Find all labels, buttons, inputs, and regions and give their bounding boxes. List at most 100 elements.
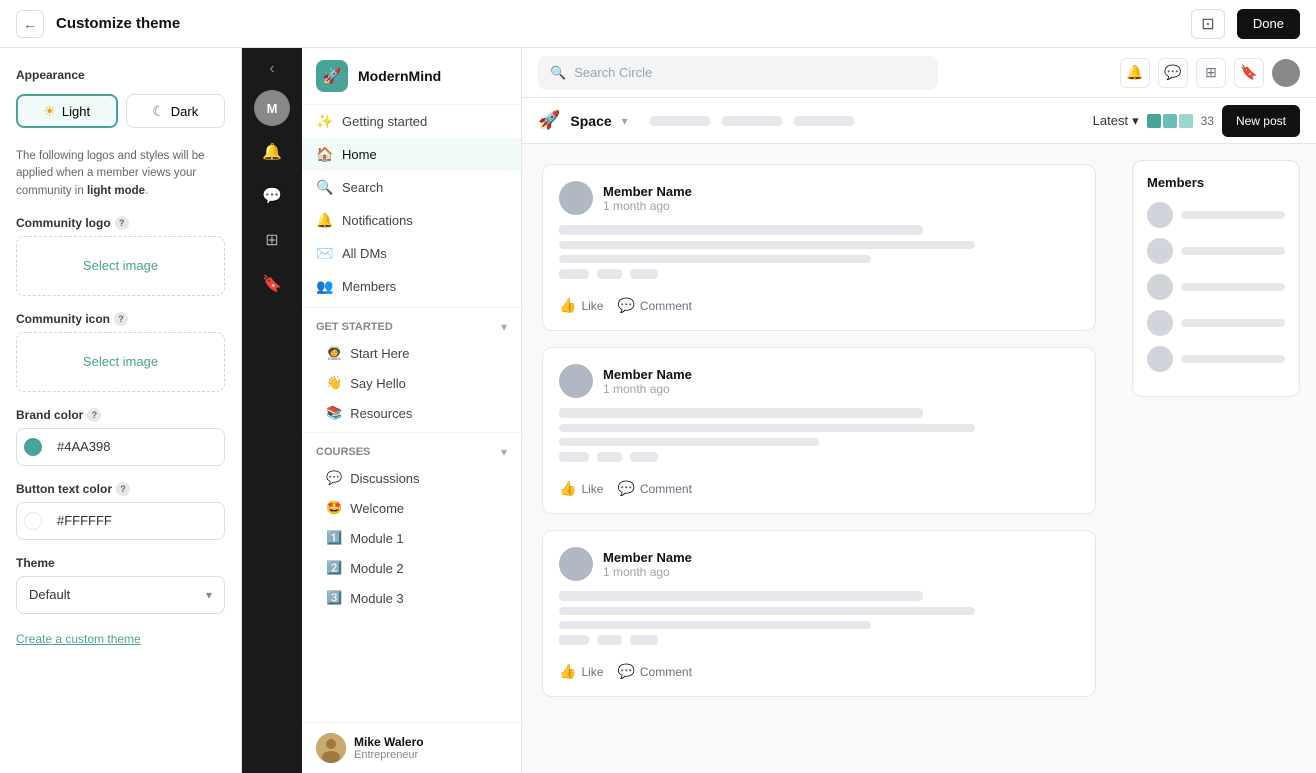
preview-button[interactable]: ⊡ xyxy=(1191,9,1225,39)
notifications-icon: 🔔 xyxy=(316,212,334,229)
chevron-down-icon: ▾ xyxy=(206,588,212,602)
circle-nav-bookmark-icon[interactable]: 🔖 xyxy=(254,266,290,302)
member-skel-1 xyxy=(1181,211,1285,219)
like-label-1: Like xyxy=(581,299,603,313)
sidebar-item-resources[interactable]: 📚 Resources xyxy=(302,398,521,428)
community-icon-upload[interactable]: Select image xyxy=(16,332,225,392)
sidebar-item-start-here[interactable]: 🧑‍🚀 Start Here xyxy=(302,338,521,368)
discussions-icon: 💬 xyxy=(326,470,342,486)
done-button[interactable]: Done xyxy=(1237,9,1300,39)
sidebar-item-module2[interactable]: 2️⃣ Module 2 xyxy=(302,553,521,583)
select-image-logo-label: Select image xyxy=(83,258,158,273)
topbar-user-avatar[interactable] xyxy=(1272,59,1300,87)
theme-select-label: Default xyxy=(29,587,206,602)
sidebar-item-say-hello[interactable]: 👋 Say Hello xyxy=(302,368,521,398)
module3-label: Module 3 xyxy=(350,591,403,606)
sidebar-item-members[interactable]: 👥 Members xyxy=(302,270,521,303)
member-avatar-5 xyxy=(1147,346,1173,372)
sidebar-item-search[interactable]: 🔍 Search xyxy=(302,171,521,204)
like-icon-1: 👍 xyxy=(559,297,576,314)
community-logo-upload[interactable]: Select image xyxy=(16,236,225,296)
comment-button-1[interactable]: 💬 Comment xyxy=(617,297,691,314)
tag-skel-2b xyxy=(597,452,622,462)
sidebar-item-discussions[interactable]: 💬 Discussions xyxy=(302,463,521,493)
tag-skel-1a xyxy=(559,269,589,279)
topbar: ← Customize theme ⊡ Done xyxy=(0,0,1316,48)
module2-icon: 2️⃣ xyxy=(326,560,342,576)
sidebar-item-welcome[interactable]: 🤩 Welcome xyxy=(302,493,521,523)
light-theme-button[interactable]: ☀ Light xyxy=(16,94,118,128)
member-row-2 xyxy=(1147,238,1285,264)
button-text-color-help-icon[interactable]: ? xyxy=(116,482,130,496)
sort-chevron-icon: ▾ xyxy=(1132,113,1139,129)
post-time-2: 1 month ago xyxy=(603,382,692,396)
tab-skel-3 xyxy=(794,116,854,126)
topbar-bell-button[interactable]: 🔔 xyxy=(1120,58,1150,88)
brand-color-help-icon[interactable]: ? xyxy=(87,408,101,422)
courses-collapse-icon[interactable]: ▾ xyxy=(501,445,507,459)
post-skel-3c xyxy=(559,621,871,629)
topbar-bookmark-button[interactable]: 🔖 xyxy=(1234,58,1264,88)
button-text-color-value: #FFFFFF xyxy=(49,513,120,528)
post-avatar-3 xyxy=(559,547,593,581)
get-started-collapse-icon[interactable]: ▾ xyxy=(501,320,507,334)
footer-name: Mike Walero xyxy=(354,735,424,749)
member-row-3 xyxy=(1147,274,1285,300)
member-row-5 xyxy=(1147,346,1285,372)
post-author-1: Member Name xyxy=(603,184,692,199)
brand-color-input[interactable]: #4AA398 xyxy=(16,428,225,466)
comment-button-3[interactable]: 💬 Comment xyxy=(617,663,691,680)
create-custom-theme-link[interactable]: Create a custom theme xyxy=(16,632,141,646)
sort-label: Latest xyxy=(1093,113,1128,128)
button-text-color-input[interactable]: #FFFFFF xyxy=(16,502,225,540)
comment-label-2: Comment xyxy=(640,482,692,496)
topbar-message-button[interactable]: 💬 xyxy=(1158,58,1188,88)
circle-nav-bell-icon[interactable]: 🔔 xyxy=(254,134,290,170)
post-card-1: Member Name 1 month ago xyxy=(542,164,1096,331)
new-post-button[interactable]: New post xyxy=(1222,105,1300,137)
sidebar-item-module1[interactable]: 1️⃣ Module 1 xyxy=(302,523,521,553)
member-skel-4 xyxy=(1181,319,1285,327)
community-icon-help-icon[interactable]: ? xyxy=(114,312,128,326)
sidebar-item-module3[interactable]: 3️⃣ Module 3 xyxy=(302,583,521,613)
circle-nav-chat-icon[interactable]: 💬 xyxy=(254,178,290,214)
sidebar-item-dms[interactable]: ✉️ All DMs xyxy=(302,237,521,270)
sidebar-divider-1 xyxy=(302,307,521,308)
sidebar-item-getting-started[interactable]: ✨ Getting started xyxy=(302,105,521,138)
circle-nav-back-icon[interactable]: ‹ xyxy=(269,60,274,78)
like-button-2[interactable]: 👍 Like xyxy=(559,480,603,497)
tag-skel-3a xyxy=(559,635,589,645)
comment-label-1: Comment xyxy=(640,299,692,313)
sidebar-item-notifications[interactable]: 🔔 Notifications xyxy=(302,204,521,237)
search-box[interactable]: 🔍 Search Circle xyxy=(538,56,938,90)
like-label-3: Like xyxy=(581,665,603,679)
circle-nav-grid-icon[interactable]: ⊞ xyxy=(254,222,290,258)
member-count: 33 xyxy=(1201,114,1214,128)
getting-started-label: Getting started xyxy=(342,114,427,129)
like-button-1[interactable]: 👍 Like xyxy=(559,297,603,314)
sidebar-item-home[interactable]: 🏠 Home xyxy=(302,138,521,171)
comment-button-2[interactable]: 💬 Comment xyxy=(617,480,691,497)
post-author-3: Member Name xyxy=(603,550,692,565)
preview-icon: ⊡ xyxy=(1201,14,1214,34)
dark-theme-button[interactable]: ☾ Dark xyxy=(126,94,226,128)
button-text-color-label: Button text color ? xyxy=(16,482,225,496)
like-button-3[interactable]: 👍 Like xyxy=(559,663,603,680)
tag-skel-1b xyxy=(597,269,622,279)
post-skel-2c xyxy=(559,438,819,446)
sort-dropdown[interactable]: Latest ▾ xyxy=(1093,113,1139,129)
member-row-1 xyxy=(1147,202,1285,228)
module2-label: Module 2 xyxy=(350,561,403,576)
member-count-area xyxy=(1147,114,1193,128)
post-meta-2: Member Name 1 month ago xyxy=(603,367,692,396)
topbar-grid-button[interactable]: ⊞ xyxy=(1196,58,1226,88)
community-footer: Mike Walero Entrepreneur xyxy=(302,722,521,773)
home-icon: 🏠 xyxy=(316,146,334,163)
count-sq-2 xyxy=(1163,114,1177,128)
start-here-icon: 🧑‍🚀 xyxy=(326,345,342,361)
theme-select[interactable]: Default ▾ xyxy=(16,576,225,614)
comment-icon-2: 💬 xyxy=(617,480,634,497)
community-logo-help-icon[interactable]: ? xyxy=(115,216,129,230)
feed: Member Name 1 month ago xyxy=(522,144,1116,773)
back-button[interactable]: ← xyxy=(16,10,44,38)
